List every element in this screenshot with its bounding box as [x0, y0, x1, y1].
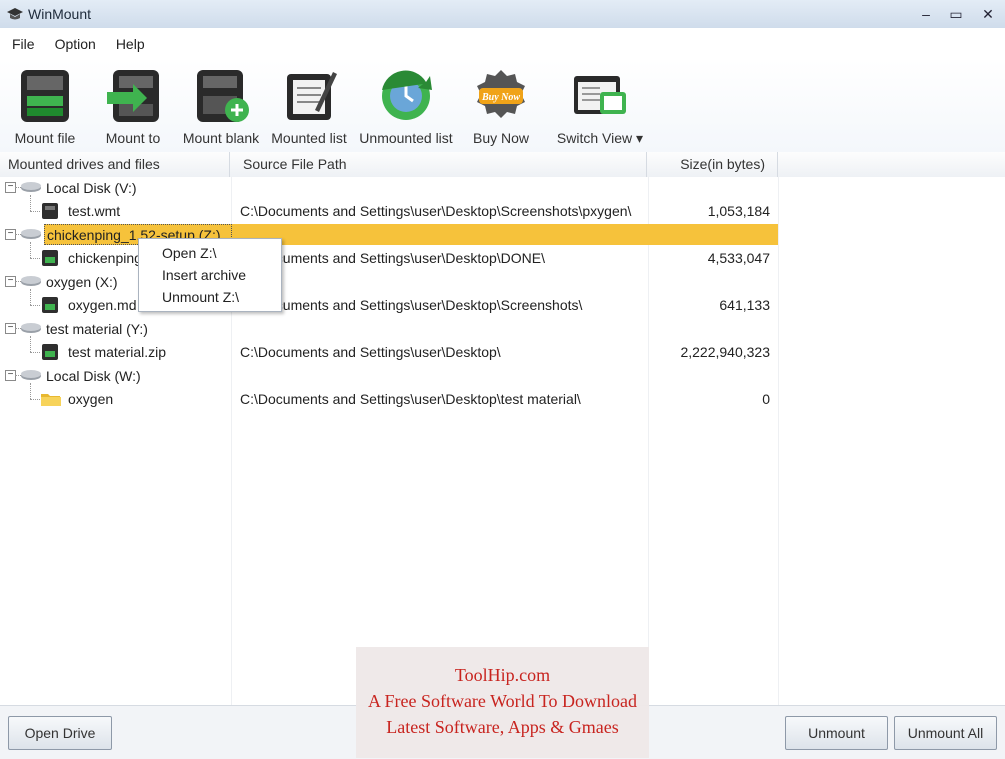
context-open-drive[interactable]: Open Z:\ [162, 245, 216, 261]
switch-view-button[interactable]: Switch View ▾ [552, 66, 648, 150]
mount-blank-button[interactable]: Mount blank [178, 66, 264, 150]
archive-file-icon [40, 249, 60, 270]
watermark-line-3: Latest Software, Apps & Gmaes [386, 717, 619, 737]
maximize-icon[interactable]: ▭ [941, 0, 971, 28]
archive-file-icon [40, 296, 60, 317]
winmount-app-icon [6, 5, 24, 23]
mounted-list-button[interactable]: Mounted list [266, 66, 352, 150]
tree-row-folder[interactable]: oxygen C:\Documents and Settings\user\De… [0, 388, 1005, 411]
unmounted-list-button[interactable]: Unmounted list [358, 66, 454, 150]
tree-row-drive[interactable]: − Local Disk (V:) [0, 177, 1005, 211]
mount-to-button[interactable]: Mount to [90, 66, 176, 150]
mount-file-icon [21, 70, 69, 122]
archive-file-icon [40, 343, 60, 364]
drive-icon [20, 367, 42, 386]
unmounted-list-icon [382, 70, 432, 120]
watermark-line-2: A Free Software World To Download [367, 691, 638, 711]
buy-now-cart-icon: Buy Now [477, 70, 525, 118]
column-header-mounted[interactable]: Mounted drives and files [0, 152, 230, 177]
context-insert-archive[interactable]: Insert archive [162, 267, 246, 283]
close-icon[interactable]: ✕ [971, 0, 1005, 28]
window-title: WinMount [28, 6, 92, 22]
buy-now-badge-text: Buy Now [481, 92, 520, 103]
drive-icon [20, 320, 42, 339]
drive-icon [20, 226, 42, 245]
mount-blank-icon [197, 70, 249, 122]
watermark: ToolHip.com A Free Software World To Dow… [356, 647, 649, 758]
mount-to-icon [107, 70, 159, 122]
context-unmount-drive[interactable]: Unmount Z:\ [162, 289, 239, 305]
column-header-source-path[interactable]: Source File Path [231, 152, 647, 177]
column-header-row: Mounted drives and files Source File Pat… [0, 152, 1005, 178]
drive-icon [20, 179, 42, 198]
watermark-line-1: ToolHip.com [454, 665, 551, 685]
open-drive-button[interactable]: Open Drive [8, 716, 112, 750]
menu-file[interactable]: File [0, 36, 43, 52]
image-file-icon [40, 202, 60, 223]
drive-icon [20, 273, 42, 292]
switch-view-icon [574, 76, 626, 114]
buy-now-button[interactable]: Buy Now Buy Now [458, 66, 544, 150]
mount-file-button[interactable]: Mount file [2, 66, 88, 150]
mounted-list-icon [287, 72, 337, 120]
tree-row-file[interactable]: test.wmt C:\Documents and Settings\user\… [0, 200, 1005, 223]
toolbar: Mount file Mount to Mount blank Mounted … [0, 60, 1005, 153]
folder-icon [40, 390, 62, 411]
menu-option[interactable]: Option [43, 36, 104, 52]
tree-row-drive[interactable]: − Local Disk (W:) [0, 365, 1005, 399]
title-bar: WinMount – ▭ ✕ [0, 0, 1005, 29]
menu-bar: File Option Help [0, 28, 1005, 60]
tree-row-file[interactable]: test material.zip C:\Documents and Setti… [0, 341, 1005, 364]
unmount-button[interactable]: Unmount [785, 716, 888, 750]
column-header-size[interactable]: Size(in bytes) [648, 152, 778, 177]
context-menu: Open Z:\ Insert archive Unmount Z:\ [138, 238, 282, 312]
minimize-icon[interactable]: – [911, 0, 941, 28]
tree-row-drive[interactable]: − test material (Y:) [0, 318, 1005, 352]
menu-help[interactable]: Help [104, 36, 153, 52]
unmount-all-button[interactable]: Unmount All [894, 716, 997, 750]
